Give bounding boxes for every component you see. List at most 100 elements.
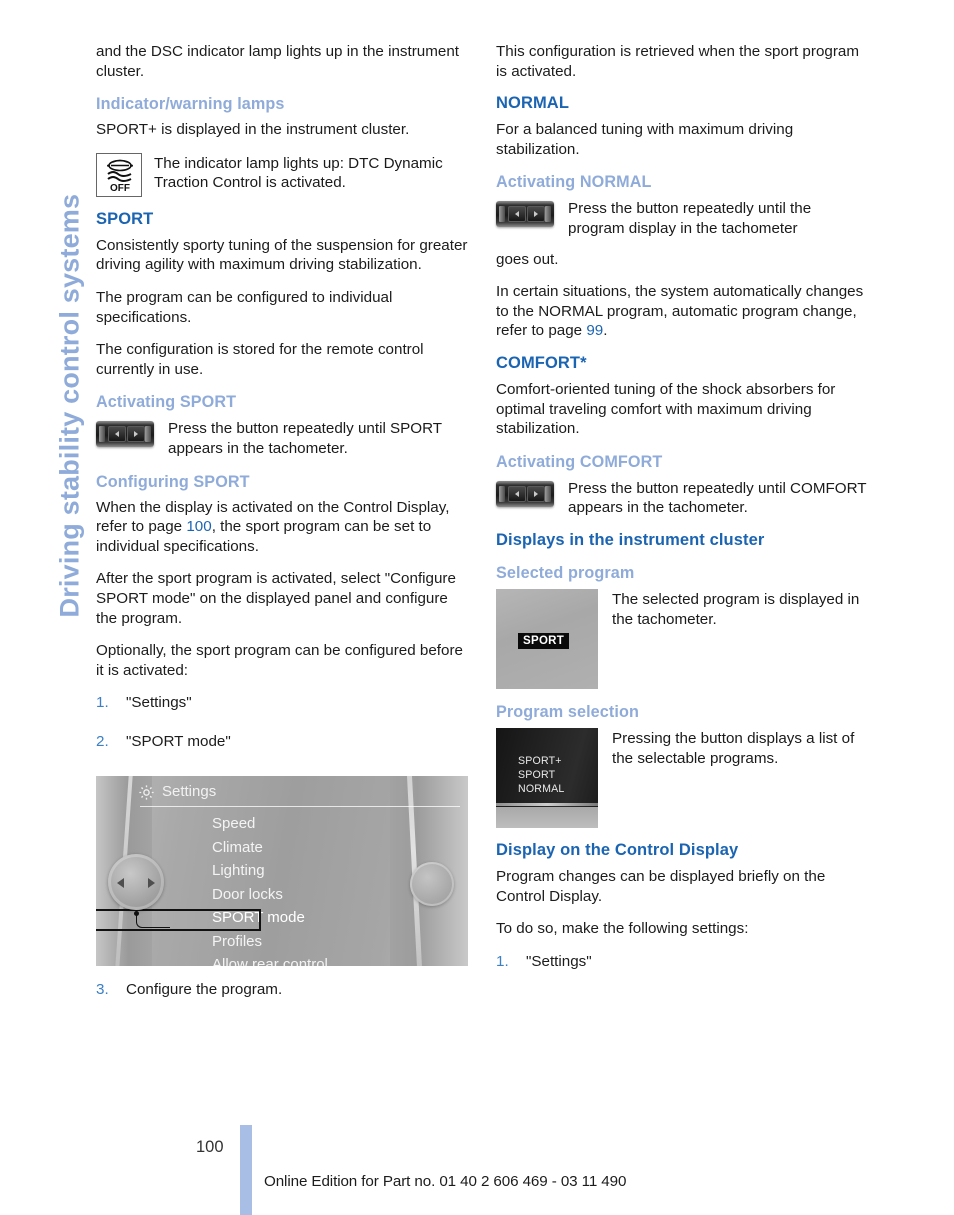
list-item: 1. "Settings" — [96, 693, 468, 726]
step-number: 1. — [496, 952, 509, 970]
tachometer-sport-badge: SPORT — [518, 632, 570, 649]
step-text: "Settings" — [126, 694, 192, 712]
heading-sport: SPORT — [96, 209, 154, 228]
switch-right-key — [127, 426, 145, 443]
idrive-callout-leader-line — [136, 914, 170, 929]
intro-paragraph: and the DSC indicator lamp lights up in … — [96, 43, 460, 80]
activating-comfort-caption: Press the button repeatedly until COMFOR… — [568, 479, 867, 517]
program-selection-caption: Pressing the button displays a list of t… — [612, 729, 855, 767]
chapter-rail: Driving stability control systems — [0, 0, 92, 1215]
gear-icon — [138, 784, 155, 806]
heading-displays-in-instrument-cluster: Displays in the instrument cluster — [496, 530, 765, 549]
switch-left-key — [508, 206, 526, 223]
idrive-title-rule — [140, 806, 460, 808]
tach-bottom-strip — [496, 806, 598, 828]
idrive-settings-screenshot: Settings Speed Climate Lighting Door loc… — [96, 776, 468, 967]
left-column: and the DSC indicator lamp lights up in … — [96, 42, 468, 1025]
retrieved-paragraph: This configuration is retrieved when the… — [496, 43, 859, 80]
step-number: 2. — [96, 732, 109, 750]
indicator-paragraph: SPORT+ is displayed in the instrument cl… — [96, 121, 410, 139]
sport-paragraph-1: Consistently sporty tuning of the suspen… — [96, 236, 468, 274]
footer-edition-note: Online Edition for Part no. 01 40 2 606 … — [264, 1173, 627, 1190]
configuring-step-3-list: 3. Configure the program. — [96, 980, 468, 1013]
switch-left-key — [508, 485, 526, 502]
sport-paragraph-2: The program can be configured to individ… — [96, 288, 393, 326]
auto-change-before: In certain situations, the system automa… — [496, 283, 864, 340]
tachometer-program-selection-image: SPORT+ SPORT NORMAL — [496, 727, 598, 828]
page-number: 100 — [196, 1138, 224, 1156]
tachometer-selected-program-image: SPORT — [496, 588, 598, 689]
activating-normal-figure-row: Press the button repeatedly until the pr… — [496, 198, 868, 238]
activating-sport-figure-row: Press the button repeatedly until SPORT … — [96, 418, 468, 458]
step-text: "SPORT mode" — [126, 732, 231, 750]
auto-change-after: . — [603, 322, 608, 340]
rocker-switch-icon — [496, 201, 554, 228]
two-column-layout: and the DSC indicator lamp lights up in … — [96, 42, 896, 1025]
idrive-selection-highlight-box — [96, 909, 261, 932]
idrive-title: Settings — [162, 783, 217, 801]
dtc-lamp-caption: The indicator lamp lights up: DTC Dynami… — [154, 154, 443, 192]
configuring-steps-list: 1. "Settings" 2. "SPORT mode" — [96, 693, 468, 764]
idrive-menu-list: Speed Climate Lighting Door locks SPORT … — [212, 812, 328, 966]
list-item: 1. "Settings" — [496, 952, 868, 985]
heading-comfort: COMFORT* — [496, 353, 587, 372]
program-selection-figure-row: SPORT+ SPORT NORMAL Pressing the button … — [496, 727, 868, 828]
idrive-menu-item-climate[interactable]: Climate — [212, 836, 328, 859]
heading-activating-comfort: Activating COMFORT — [496, 452, 663, 471]
idrive-menu-item-lighting[interactable]: Lighting — [212, 859, 328, 882]
program-option-normal: NORMAL — [518, 782, 565, 795]
rocker-switch-icon — [496, 480, 554, 507]
control-display-paragraph-2: To do so, make the following settings: — [496, 920, 749, 938]
program-selection-list: SPORT+ SPORT NORMAL — [518, 754, 565, 796]
list-item: 3. Configure the program. — [96, 980, 468, 1013]
step-number: 1. — [96, 694, 109, 712]
activating-comfort-figure-row: Press the button repeatedly until COMFOR… — [496, 478, 868, 518]
normal-paragraph-1: For a balanced tuning with maximum drivi… — [496, 121, 794, 158]
heading-display-on-control-display: Display on the Control Display — [496, 840, 739, 859]
idrive-menu-item-speed[interactable]: Speed — [212, 812, 328, 835]
dpad-right-arrow-icon — [148, 878, 155, 889]
list-item: 2. "SPORT mode" — [96, 732, 468, 765]
heading-normal: NORMAL — [496, 94, 570, 113]
configuring-paragraph-3: Optionally, the sport program can be con… — [96, 642, 463, 679]
sport-paragraph-3: The configuration is stored for the remo… — [96, 341, 424, 378]
step-number: 3. — [96, 981, 109, 999]
selected-program-caption: The selected program is displayed in the… — [612, 590, 860, 628]
control-display-steps-list: 1. "Settings" — [496, 952, 868, 985]
chapter-vertical-title: Driving stability control systems — [54, 193, 85, 618]
configuring-paragraph-2: After the sport program is activated, se… — [96, 570, 456, 627]
switch-right-key — [527, 206, 545, 223]
page-footer: 100 Online Edition for Part no. 01 40 2 … — [0, 1125, 954, 1215]
page-reference-99[interactable]: 99 — [586, 322, 603, 339]
configuring-paragraph-1: When the display is activated on the Con… — [96, 498, 468, 557]
activating-sport-caption: Press the button repeatedly until SPORT … — [168, 420, 442, 457]
page-edge-marker-bar — [240, 1125, 252, 1215]
svg-text:OFF: OFF — [110, 183, 130, 194]
idrive-controller-dpad-icon[interactable] — [108, 854, 164, 911]
heading-program-selection: Program selection — [496, 702, 639, 721]
step-text: Configure the program. — [126, 981, 283, 999]
auto-program-change-paragraph: In certain situations, the system automa… — [496, 282, 868, 341]
program-option-sport-plus: SPORT+ — [518, 754, 562, 767]
idrive-menu-item-allow-rear-control[interactable]: Allow rear control — [212, 953, 328, 967]
tach-highlight-strip — [496, 802, 598, 806]
heading-selected-program: Selected program — [496, 563, 635, 582]
right-column: This configuration is retrieved when the… — [496, 42, 868, 1025]
dtc-lamp-figure-row: OFF The indicator lamp lights up: DTC Dy… — [96, 152, 468, 197]
program-option-sport: SPORT — [518, 768, 556, 781]
control-display-paragraph-1: Program changes can be displayed briefly… — [496, 867, 826, 905]
idrive-menu-item-profiles[interactable]: Profiles — [212, 930, 328, 953]
heading-activating-normal: Activating NORMAL — [496, 173, 652, 192]
page-content: and the DSC indicator lamp lights up in … — [96, 42, 896, 1025]
switch-right-key — [527, 485, 545, 502]
comfort-paragraph-1: Comfort-oriented tuning of the shock abs… — [496, 380, 836, 438]
heading-activating-sport: Activating SPORT — [96, 393, 237, 412]
page-reference-100[interactable]: 100 — [186, 518, 211, 535]
heading-indicator-warning-lamps: Indicator/warning lamps — [96, 95, 285, 114]
car-skid-off-icon: OFF — [107, 159, 133, 194]
rocker-switch-icon — [96, 421, 154, 448]
idrive-menu-item-door-locks[interactable]: Door locks — [212, 883, 328, 906]
activating-normal-caption: Press the button repeatedly until the pr… — [568, 200, 812, 237]
step-text: "Settings" — [526, 952, 592, 970]
dpad-left-arrow-icon — [117, 878, 124, 889]
